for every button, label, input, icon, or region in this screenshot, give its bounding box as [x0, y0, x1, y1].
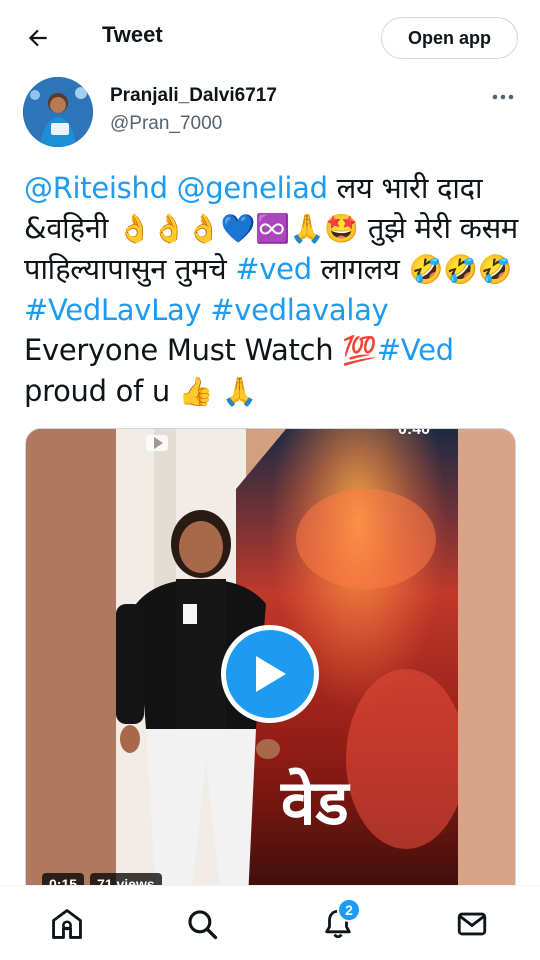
video-timestamp-top: 0:40	[398, 428, 431, 438]
arrow-left-icon	[28, 29, 47, 47]
hashtag-link[interactable]: #VedLavLay	[24, 293, 202, 327]
nav-messages[interactable]	[452, 904, 492, 944]
play-icon	[256, 656, 286, 692]
avatar-image	[23, 77, 93, 147]
search-icon	[188, 910, 218, 940]
tweet-text: @Riteishd @geneliad लय भारी दादा &वहिनी …	[24, 168, 524, 412]
emoji-group: 👍 🙏	[178, 375, 257, 408]
mail-icon	[457, 912, 487, 936]
emoji-group: 👌👌👌💙♾️🙏🤩	[116, 212, 359, 245]
notification-badge: 2	[337, 898, 361, 922]
tweet-text-segment: proud of u	[24, 374, 179, 408]
open-app-button[interactable]: Open app	[381, 17, 518, 59]
play-button[interactable]	[221, 625, 319, 723]
top-app-bar: Tweet Open app	[0, 0, 540, 75]
mention-link[interactable]: @geneliad	[177, 171, 328, 205]
emoji-group: 💯	[342, 334, 377, 367]
mention-link[interactable]: @Riteishd	[24, 171, 168, 205]
hashtag-link[interactable]: #Ved	[377, 333, 454, 367]
tweet-text-segment: लागलय	[311, 252, 409, 286]
poster-title: वेड	[280, 766, 350, 839]
hashtag-link[interactable]: #ved	[235, 252, 312, 286]
tweet-text-segment: Everyone Must Watch	[24, 333, 343, 367]
more-options-button[interactable]	[488, 82, 518, 112]
home-icon	[52, 909, 82, 939]
more-horizontal-icon	[492, 94, 514, 100]
nav-search[interactable]	[182, 904, 222, 944]
nav-home[interactable]	[47, 904, 87, 944]
author-name[interactable]: Pranjali_Dalvi6717	[110, 85, 277, 107]
hashtag-link[interactable]: #vedlavalay	[210, 293, 388, 327]
back-button[interactable]	[18, 20, 58, 56]
bottom-navigation: 2	[0, 885, 540, 960]
page-title: Tweet	[102, 22, 163, 47]
video-media[interactable]: वेड 0:40 0:15 71 views	[25, 428, 516, 898]
emoji-group: 🤣🤣🤣	[408, 253, 513, 286]
avatar[interactable]	[23, 77, 93, 147]
author-handle[interactable]: @Pran_7000	[110, 113, 222, 135]
